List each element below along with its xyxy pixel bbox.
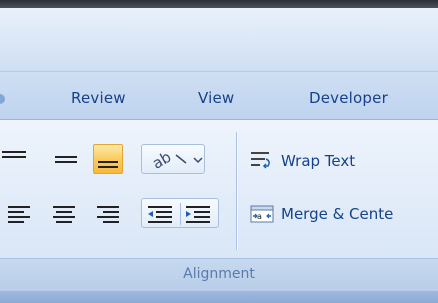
orientation-button[interactable]: ab xyxy=(141,144,205,174)
indent-button-group xyxy=(141,198,219,228)
partial-tab-indicator xyxy=(0,94,5,104)
merge-center-label: Merge & Cente xyxy=(281,205,394,223)
tab-developer[interactable]: Developer xyxy=(309,89,388,107)
align-left-button[interactable] xyxy=(5,200,33,228)
group-separator xyxy=(236,132,237,250)
wrap-text-label: Wrap Text xyxy=(281,152,356,170)
bottom-align-button[interactable] xyxy=(93,144,123,174)
tab-review[interactable]: Review xyxy=(71,89,126,107)
ribbon-tabs: Review View Developer xyxy=(0,72,438,120)
tab-view[interactable]: View xyxy=(198,89,234,107)
alignment-group-footer: Alignment xyxy=(0,258,438,291)
svg-text:a: a xyxy=(257,212,262,221)
wrap-text-button[interactable]: Wrap Text xyxy=(250,146,355,176)
orientation-icon: ab xyxy=(149,148,203,173)
wrap-text-icon xyxy=(250,149,274,173)
top-align-button[interactable] xyxy=(0,145,28,173)
merge-center-icon: a xyxy=(250,202,274,226)
group-label: Alignment xyxy=(183,266,255,282)
increase-indent-icon[interactable] xyxy=(182,199,220,229)
svg-text:ab: ab xyxy=(149,148,174,173)
align-right-button[interactable] xyxy=(94,200,122,228)
ribbon-bottom-edge xyxy=(0,291,438,303)
align-center-button[interactable] xyxy=(50,200,78,228)
title-area xyxy=(0,8,438,72)
merge-center-button[interactable]: a Merge & Cente xyxy=(250,199,393,229)
middle-align-button[interactable] xyxy=(52,145,80,173)
window-top-edge xyxy=(0,0,438,8)
